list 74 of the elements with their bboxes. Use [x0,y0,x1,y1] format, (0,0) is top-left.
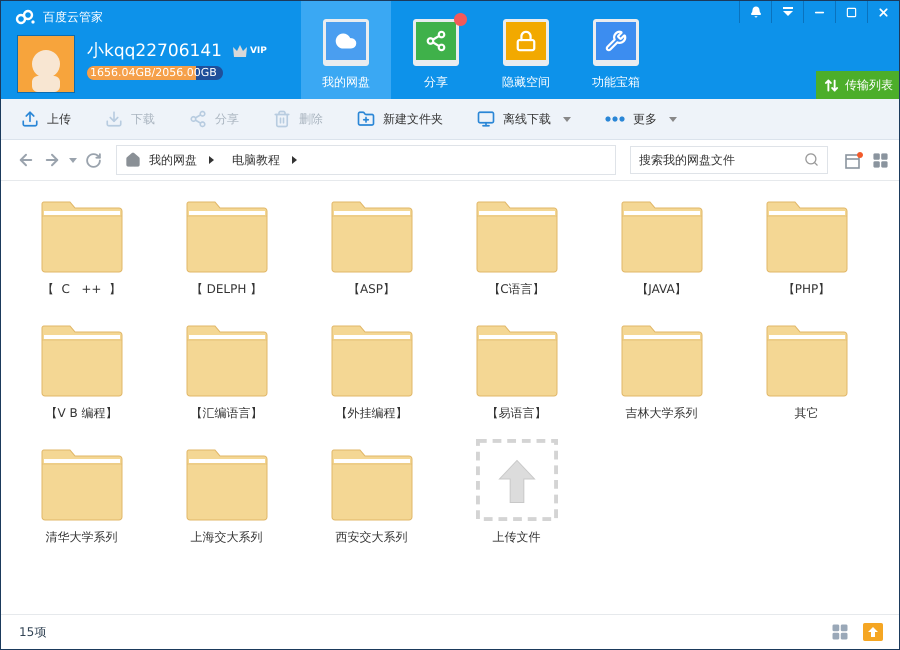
refresh-button[interactable] [85,152,102,168]
folder-icon [40,449,122,521]
caret-right-icon [209,156,214,164]
toolbar-button[interactable]: 离线下载 [477,110,577,128]
lock-tile-icon [503,19,549,66]
folder-item[interactable]: 【 DELPH 】 [154,191,299,315]
toolbar-button[interactable]: 新建文件夹 [357,110,449,128]
up-arrow-icon [868,627,878,637]
folder-icon [186,325,268,397]
folder-item[interactable]: 【C语言】 [444,191,589,315]
item-count: 15项 [19,624,48,640]
history-dropdown-button[interactable] [69,158,77,162]
folder-item[interactable]: 西安交大系列 [299,439,444,563]
folder-item[interactable]: 【PHP】 [734,191,879,315]
window-badge-icon[interactable] [844,151,864,169]
folder-icon [330,449,412,521]
folder-icon [766,325,848,397]
caret-right-icon [292,156,297,164]
upload-tile-icon [474,439,558,521]
folder-item[interactable]: 【汇编语言】 [154,315,299,439]
forward-button[interactable] [43,151,61,169]
share-icon [189,110,207,128]
folder-item[interactable]: 其它 [734,315,879,439]
folder-item[interactable]: 【V B 编程】 [9,315,154,439]
folder-icon [620,325,702,397]
folder-icon [330,325,412,397]
monitor-download-icon [477,110,495,128]
search-field[interactable]: 搜索我的网盘文件 [630,146,828,174]
folder-item[interactable]: 吉林大学系列 [589,315,734,439]
vip-badge: VIP [232,44,267,58]
folder-item[interactable]: 上海交大系列 [154,439,299,563]
folder-item[interactable]: 【外挂编程】 [299,315,444,439]
folder-icon [186,201,268,273]
folder-item[interactable]: 【 C ++ 】 [9,191,154,315]
folder-icon [620,201,702,273]
folder-icon [766,201,848,273]
app-title: 百度云管家 [43,8,103,26]
folder-icon [40,325,122,397]
folder-item[interactable]: 【易语言】 [444,315,589,439]
folder-item[interactable]: 【ASP】 [299,191,444,315]
wrench-tile-icon [593,19,639,66]
maximize-icon [846,6,857,18]
folder-icon [330,201,412,273]
folder-icon [476,201,558,273]
folder-item[interactable]: 【JAVA】 [589,191,734,315]
home-icon [125,152,141,168]
download-icon [105,110,123,128]
grid-view-icon[interactable] [831,623,849,641]
trash-icon [273,110,291,128]
folder-item[interactable]: 清华大学系列 [9,439,154,563]
upload-file-item[interactable]: 上传文件 [444,439,589,563]
back-button[interactable] [17,151,35,169]
search-icon [804,152,819,167]
avatar[interactable] [17,35,75,93]
breadcrumb-item[interactable]: 我的网盘 [149,152,214,168]
breadcrumb-item[interactable]: 电脑教程 [232,152,297,168]
cloud-tile-icon [323,19,369,66]
upload-icon [21,110,39,128]
folder-plus-icon [357,110,375,128]
toolbar-button[interactable]: 上传 [21,110,77,128]
dots-icon [605,116,625,122]
upload-button[interactable] [863,623,883,641]
user-name: 小kqq22706141 [87,40,222,62]
bell-icon [750,6,762,18]
close-icon [877,6,890,18]
toolbar-button[interactable]: 更多 [605,110,683,128]
menu-caret-icon [782,7,794,17]
folder-icon [186,449,268,521]
folder-icon [476,325,558,397]
share-tile-icon [413,19,459,66]
up-down-arrows-icon [824,78,839,92]
cloud-logo-icon [15,9,37,25]
grid-view-icon[interactable] [872,152,889,168]
folder-icon [40,201,122,273]
